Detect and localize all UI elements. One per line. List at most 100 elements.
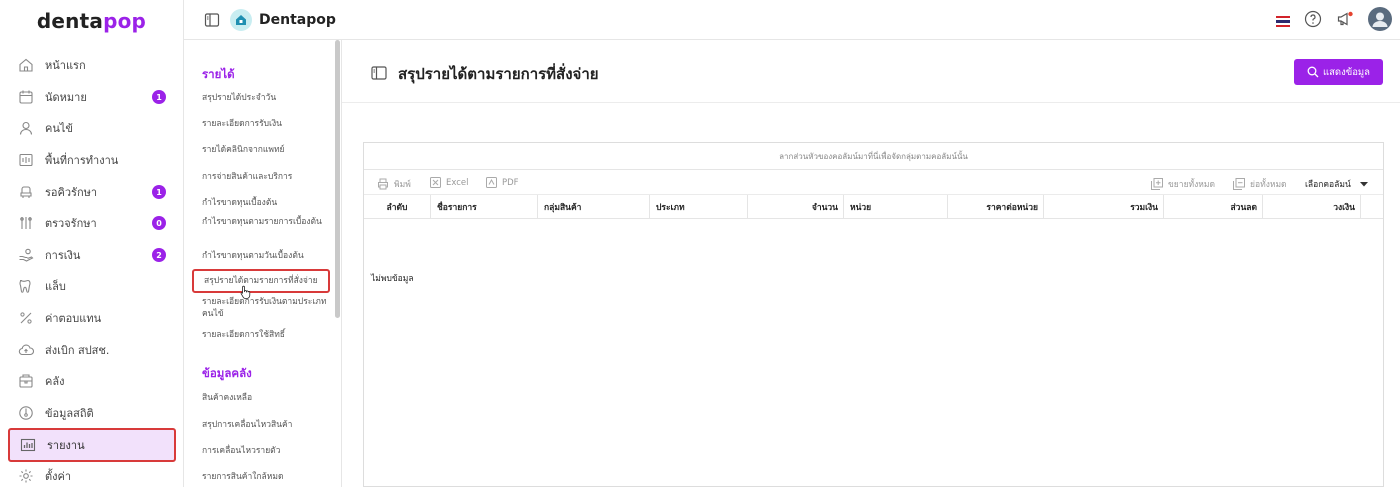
thai-flag-icon[interactable] bbox=[1276, 15, 1290, 27]
treatment-count-badge: 0 bbox=[152, 216, 166, 230]
column-header-credit-limit[interactable]: วงเงิน bbox=[1263, 195, 1361, 219]
page-title: สรุปรายได้ตามรายการที่สั่งจ่าย bbox=[398, 65, 599, 83]
cloud-upload-icon bbox=[18, 342, 34, 358]
grid-toolbar: พิมพ์ Excel PDF ขยายทั้งหมด ย่อทั้งหมด เ… bbox=[364, 170, 1383, 195]
queue-count-badge: 1 bbox=[152, 185, 166, 199]
column-header-discount[interactable]: ส่วนลด bbox=[1164, 195, 1263, 219]
workspace-icon bbox=[18, 152, 34, 168]
submenu-item-clinic-income-by-doctor[interactable]: รายได้คลินิกจากแพทย์ bbox=[202, 144, 330, 156]
nav-label: ส่งเบิก สปสช. bbox=[45, 344, 110, 357]
pdf-export-button[interactable]: PDF bbox=[486, 177, 519, 188]
pdf-icon bbox=[486, 177, 497, 188]
nav-label: นัดหมาย bbox=[45, 91, 87, 104]
choose-columns-dropdown[interactable]: เลือกคอลัมน์ bbox=[1305, 177, 1374, 191]
nav-item-workspace[interactable]: พื้นที่การทำงาน bbox=[8, 144, 176, 176]
submenu-item-low-stock[interactable]: รายการสินค้าใกล้หมด bbox=[202, 471, 330, 483]
print-button[interactable]: พิมพ์ bbox=[377, 177, 411, 191]
search-icon bbox=[1307, 66, 1319, 78]
home-icon bbox=[18, 57, 34, 73]
submenu-item-stock-balance[interactable]: สินค้าคงเหลือ bbox=[202, 392, 330, 404]
group-by-panel[interactable]: ลากส่วนหัวของคอลัมน์มาที่นี่เพื่อจัดกลุ่… bbox=[364, 143, 1383, 170]
column-header-total[interactable]: รวมเงิน bbox=[1044, 195, 1164, 219]
sidebar-toggle-icon[interactable] bbox=[204, 12, 220, 28]
nav-label: ตั้งค่า bbox=[45, 470, 72, 483]
show-data-button[interactable]: แสดงข้อมูล bbox=[1294, 59, 1383, 85]
column-header-unit[interactable]: หน่วย bbox=[844, 195, 948, 219]
chevron-down-icon bbox=[1359, 182, 1368, 187]
submenu-item-daily-income[interactable]: สรุปรายได้ประจำวัน bbox=[202, 92, 330, 104]
nav-label: แล็บ bbox=[45, 280, 66, 293]
user-avatar[interactable] bbox=[1368, 7, 1392, 35]
expand-all-button[interactable]: ขยายทั้งหมด bbox=[1151, 177, 1215, 191]
nav-label: หน้าแรก bbox=[45, 59, 86, 72]
nav-item-reports[interactable]: รายงาน bbox=[8, 428, 176, 462]
no-data-message: ไม่พบข้อมูล bbox=[371, 274, 414, 284]
submenu-scrollbar[interactable] bbox=[335, 40, 340, 318]
statistics-icon bbox=[18, 405, 34, 421]
nav-item-home[interactable]: หน้าแรก bbox=[8, 49, 176, 81]
print-label: พิมพ์ bbox=[394, 180, 411, 190]
column-header-item-name[interactable]: ชื่อรายการ bbox=[431, 195, 538, 219]
nav-item-inventory[interactable]: คลัง bbox=[8, 365, 176, 397]
nav-item-finance[interactable]: การเงิน 2 bbox=[8, 239, 176, 271]
nav-item-queue[interactable]: รอคิวรักษา 1 bbox=[8, 176, 176, 208]
nav-item-appointments[interactable]: นัดหมาย 1 bbox=[8, 81, 176, 113]
excel-export-button[interactable]: Excel bbox=[430, 177, 469, 188]
submenu-item-products-services[interactable]: การจ่ายสินค้าและบริการ bbox=[202, 171, 330, 183]
nav-item-lab[interactable]: แล็บ bbox=[8, 270, 176, 302]
column-header-no[interactable]: ลำดับ bbox=[364, 195, 431, 219]
settings-icon bbox=[18, 468, 34, 484]
logo-accent-text: pop bbox=[103, 9, 147, 33]
submenu-item-income-by-prescribed-item[interactable]: สรุปรายได้ตามรายการที่สั่งจ่าย bbox=[192, 269, 330, 293]
nav-item-treatment[interactable]: ตรวจรักษา 0 bbox=[8, 207, 176, 239]
nav-label: ข้อมูลสถิติ bbox=[45, 407, 94, 420]
printer-icon bbox=[378, 178, 388, 190]
column-header-type[interactable]: ประเภท bbox=[650, 195, 748, 219]
submenu-item-entitlement-usage[interactable]: รายละเอียดการใช้สิทธิ์ bbox=[202, 329, 330, 341]
report-data-grid: ลากส่วนหัวของคอลัมน์มาที่นี่เพื่อจัดกลุ่… bbox=[363, 142, 1384, 487]
submenu-item-item-movement[interactable]: การเคลื่อนไหวรายตัว bbox=[202, 445, 330, 457]
choose-columns-label: เลือกคอลัมน์ bbox=[1305, 180, 1351, 190]
dental-chair-icon bbox=[18, 184, 34, 200]
submenu-item-profit-loss-by-item[interactable]: กำไรขาดทุนตามรายการเบื้องต้น bbox=[202, 216, 330, 228]
column-header-product-group[interactable]: กลุ่มสินค้า bbox=[538, 195, 650, 219]
collapse-all-button[interactable]: ย่อทั้งหมด bbox=[1233, 177, 1287, 191]
group-panel-hint: ลากส่วนหัวของคอลัมน์มาที่นี่เพื่อจัดกลุ่… bbox=[779, 151, 968, 161]
nav-item-statistics[interactable]: ข้อมูลสถิติ bbox=[8, 397, 176, 429]
submenu-item-profit-loss[interactable]: กำไรขาดทุนเบื้องต้น bbox=[202, 197, 330, 209]
submenu-item-stock-movement-summary[interactable]: สรุปการเคลื่อนไหวสินค้า bbox=[202, 419, 330, 431]
excel-label: Excel bbox=[446, 177, 469, 188]
percent-icon bbox=[18, 310, 34, 326]
column-header-quantity[interactable]: จำนวน bbox=[748, 195, 844, 219]
report-chart-icon bbox=[20, 437, 36, 453]
nav-label: พื้นที่การทำงาน bbox=[45, 154, 119, 167]
user-icon bbox=[18, 120, 34, 136]
grid-header-row: ลำดับ ชื่อรายการ กลุ่มสินค้า ประเภท จำนว… bbox=[364, 195, 1383, 219]
submenu-item-payment-details[interactable]: รายละเอียดการรับเงิน bbox=[202, 118, 330, 130]
collapse-all-label: ย่อทั้งหมด bbox=[1250, 180, 1287, 190]
nav-item-compensation[interactable]: ค่าตอบแทน bbox=[8, 302, 176, 334]
logo-text: denta bbox=[36, 9, 104, 33]
appointments-count-badge: 1 bbox=[152, 90, 166, 104]
panel-toggle-icon[interactable] bbox=[371, 65, 387, 80]
nav-label: ค่าตอบแทน bbox=[45, 312, 102, 325]
main-content: สรุปรายได้ตามรายการที่สั่งจ่าย แสดงข้อมู… bbox=[342, 40, 1400, 487]
help-icon[interactable] bbox=[1304, 10, 1322, 32]
payment-icon bbox=[18, 247, 34, 263]
megaphone-icon[interactable] bbox=[1336, 10, 1354, 32]
app-logo[interactable]: denta pop bbox=[0, 0, 183, 42]
nav-item-patients[interactable]: คนไข้ bbox=[8, 112, 176, 144]
nav-label: ตรวจรักษา bbox=[45, 217, 97, 230]
nav-item-nhso-claim[interactable]: ส่งเบิก สปสช. bbox=[8, 334, 176, 366]
tooth-icon bbox=[18, 278, 34, 294]
report-submenu: รายได้ สรุปรายได้ประจำวัน รายละเอียดการร… bbox=[184, 40, 342, 487]
finance-count-badge: 2 bbox=[152, 248, 166, 262]
nav-item-settings[interactable]: ตั้งค่า bbox=[8, 460, 176, 487]
excel-icon bbox=[430, 177, 441, 188]
column-header-unit-price[interactable]: ราคาต่อหน่วย bbox=[948, 195, 1044, 219]
show-data-label: แสดงข้อมูล bbox=[1322, 66, 1370, 78]
submenu-item-profit-loss-by-day[interactable]: กำไรขาดทุนตามวันเบื้องต้น bbox=[202, 250, 330, 262]
submenu-item-payment-by-patient-type[interactable]: รายละเอียดการรับเงินตามประเภทคนไข้ bbox=[202, 296, 330, 320]
nav-label: คนไข้ bbox=[45, 122, 73, 135]
main-sidebar: denta pop หน้าแรก นัดหมาย 1 คนไข้ พื้นที่… bbox=[0, 0, 184, 487]
